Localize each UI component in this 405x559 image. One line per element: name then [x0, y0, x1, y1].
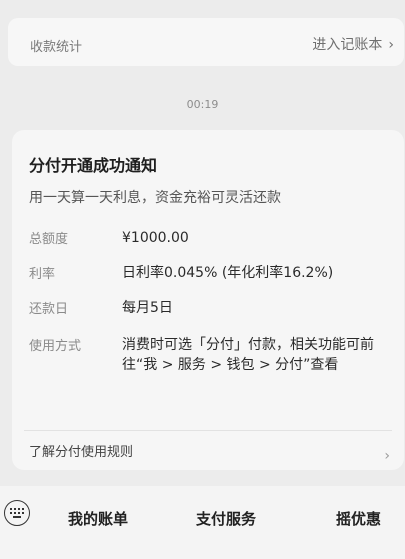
bottom-menu-bar: 我的账单 支付服务 摇优惠 — [0, 486, 405, 559]
credit-limit-value: ¥1000.00 — [122, 230, 189, 246]
usage-method-label: 使用方式 — [29, 339, 82, 354]
credit-limit-label: 总额度 — [29, 232, 69, 247]
stats-title: 收款统计 — [30, 40, 83, 55]
chevron-right-icon: › — [384, 448, 390, 464]
stats-card[interactable]: 收款统计 进入记账本 › — [8, 18, 404, 66]
notification-title: 分付开通成功通知 — [29, 156, 158, 175]
usage-method-value: 消费时可选「分付」付款，相关功能可前往“我 > 服务 > 钱包 > 分付”查看 — [122, 337, 374, 373]
notification-subtitle: 用一天算一天利息，资金充裕可灵活还款 — [29, 190, 281, 206]
message-timestamp: 00:19 — [186, 98, 219, 111]
menu-payment-services[interactable]: 支付服务 — [196, 508, 256, 529]
usage-rules-link[interactable]: 了解分付使用规则 — [29, 441, 133, 460]
chevron-right-icon: › — [388, 37, 394, 53]
interest-rate-value: 日利率0.045% (年化利率16.2%) — [122, 265, 334, 281]
menu-my-bills[interactable]: 我的账单 — [68, 508, 128, 529]
ledger-link-label: 进入记账本 — [312, 37, 383, 53]
keyboard-icon[interactable] — [4, 500, 30, 526]
ledger-link[interactable]: 进入记账本 › — [312, 34, 394, 54]
menu-shake-discounts[interactable]: 摇优惠 — [336, 508, 381, 529]
divider — [24, 430, 392, 431]
keyboard-glyph — [10, 508, 24, 518]
notification-card[interactable]: 分付开通成功通知 用一天算一天利息，资金充裕可灵活还款 总额度 ¥1000.00… — [12, 130, 404, 470]
interest-rate-label: 利率 — [29, 267, 56, 282]
repayment-day-label: 还款日 — [29, 302, 69, 317]
repayment-day-value: 每月5日 — [122, 300, 173, 316]
